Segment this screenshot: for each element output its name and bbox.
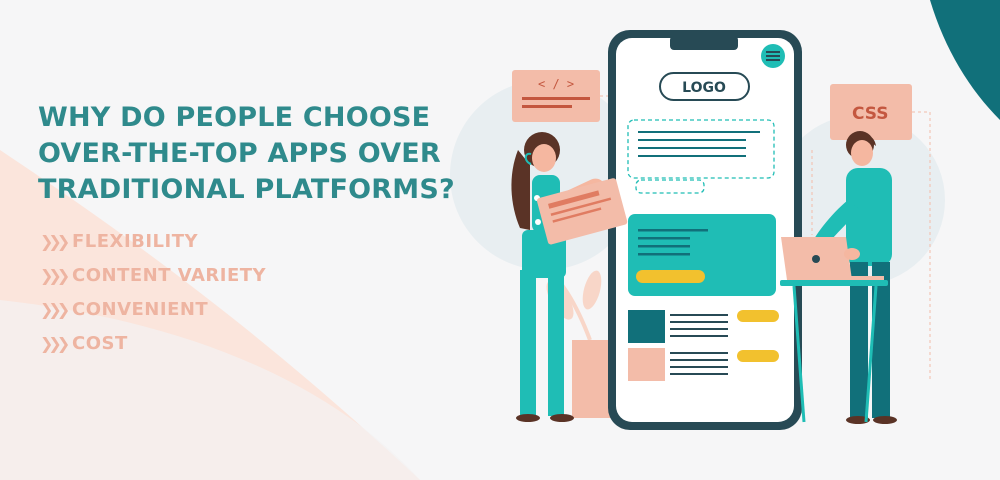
featured-button [636, 270, 705, 283]
code-tag-text: < / > [538, 77, 574, 91]
thumbnail [628, 348, 665, 381]
code-card: < / > [512, 70, 612, 122]
banner: WHY DO PEOPLE CHOOSE OVER-THE-TOP APPS O… [0, 0, 1000, 480]
plant-pot [572, 340, 612, 418]
css-tag-text: CSS [852, 104, 889, 124]
featured-card [628, 214, 776, 296]
app-illustration: < / > CSS LOGO [511, 30, 931, 430]
item-button [737, 310, 779, 322]
phone-mockup: LOGO [608, 30, 802, 430]
item-button [737, 350, 779, 362]
logo-text: LOGO [682, 80, 726, 96]
thumbnail [628, 310, 665, 343]
menu-icon [761, 44, 785, 68]
phone-notch [670, 36, 738, 50]
